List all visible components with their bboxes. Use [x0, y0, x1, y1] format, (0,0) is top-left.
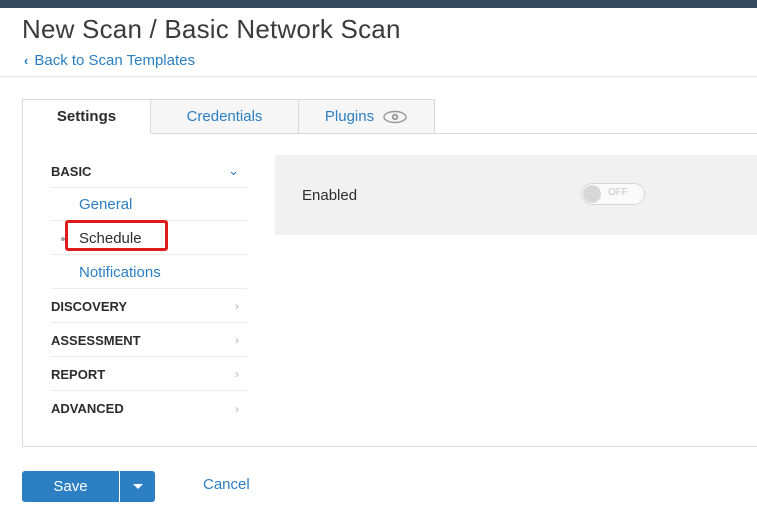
sidebar-section-label: ASSESSMENT [51, 332, 141, 348]
sidebar-section-label: DISCOVERY [51, 298, 128, 314]
sidebar-section-discovery[interactable]: DISCOVERY › [51, 290, 247, 323]
tab-plugins[interactable]: Plugins [298, 99, 435, 134]
sidebar-section-label: BASIC [51, 163, 92, 179]
sidebar-section-label: ADVANCED [51, 401, 124, 416]
sidebar-section-basic[interactable]: BASIC ⌄ [51, 155, 247, 188]
eye-icon [382, 110, 408, 124]
chevron-down-icon: ⌄ [228, 163, 239, 178]
save-options-button[interactable] [120, 471, 155, 502]
back-to-templates-link[interactable]: ‹ Back to Scan Templates [24, 52, 195, 69]
sidebar-item-notifications[interactable]: Notifications [51, 256, 247, 289]
sidebar-item-label: General [79, 195, 133, 213]
tab-settings-label: Settings [56, 108, 117, 125]
tab-settings[interactable]: Settings [22, 99, 151, 134]
top-bar [0, 0, 757, 8]
sidebar-section-label: REPORT [51, 366, 106, 382]
chevron-right-icon: › [235, 333, 239, 347]
toggle-knob [583, 185, 601, 203]
chevron-right-icon: › [235, 367, 239, 381]
sidebar-section-advanced[interactable]: ADVANCED › [51, 392, 247, 425]
save-button[interactable]: Save [22, 471, 119, 502]
tab-credentials[interactable]: Credentials [151, 99, 299, 134]
sidebar-section-assessment[interactable]: ASSESSMENT › [51, 324, 247, 357]
back-link-label: Back to Scan Templates [34, 52, 195, 69]
header-divider [0, 76, 757, 77]
cancel-button[interactable]: Cancel [203, 476, 250, 493]
sidebar-item-label: Notifications [79, 263, 161, 281]
sidebar-item-general[interactable]: General [51, 188, 247, 221]
page-title: New Scan / Basic Network Scan [22, 14, 401, 44]
toggle-state-label: OFF [608, 187, 628, 198]
tab-credentials-label: Credentials [186, 108, 263, 125]
highlight-box [65, 220, 168, 251]
sidebar-section-report[interactable]: REPORT › [51, 358, 247, 391]
chevron-left-icon: ‹ [24, 53, 29, 68]
enabled-toggle[interactable]: OFF [581, 183, 645, 205]
enabled-label: Enabled [302, 187, 358, 204]
caret-down-icon [132, 478, 144, 496]
chevron-right-icon: › [235, 401, 239, 416]
chevron-right-icon: › [235, 299, 239, 313]
tab-plugins-label: Plugins [324, 108, 375, 125]
